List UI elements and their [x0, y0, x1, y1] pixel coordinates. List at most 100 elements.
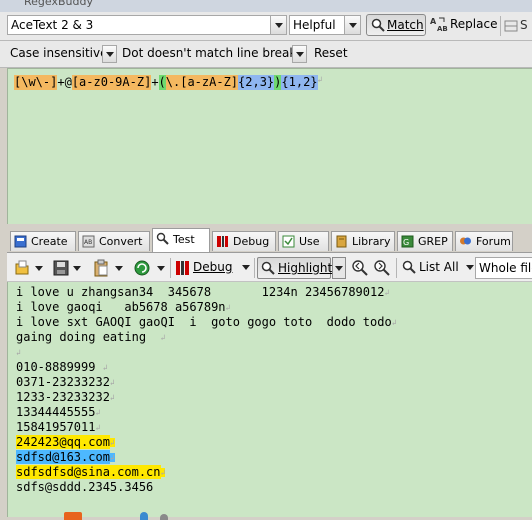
case-dropdown[interactable] — [102, 45, 117, 63]
tab-forum[interactable]: Forum — [455, 231, 513, 251]
regex-editor[interactable]: [\w\-]+@[a-z0-9A-Z]+(\.[a-zA-Z]{2,3}){1,… — [7, 68, 532, 224]
line-end-marker: ↲ — [384, 288, 390, 297]
highlight-button[interactable]: Highlight — [257, 257, 333, 279]
debug-button[interactable]: Debug — [173, 257, 251, 279]
paste-button[interactable] — [91, 257, 127, 279]
test-line: i love sxt GAOQI gaoQI i goto gogo toto … — [16, 315, 397, 330]
regex-token: {2,3} — [238, 75, 275, 90]
test-line-text: 242423@qq.com — [16, 435, 110, 449]
open-file-icon — [15, 260, 29, 275]
magnifier-icon — [261, 261, 275, 275]
dot-option[interactable]: Dot doesn't match line breaks — [119, 44, 309, 64]
flavor-select[interactable]: AceText 2 & 3 — [7, 15, 287, 35]
test-line-text: 0371-23233232 — [16, 375, 110, 389]
chevron-down-icon — [296, 52, 304, 57]
refresh-icon — [134, 260, 150, 276]
convert-icon: AB — [82, 235, 95, 248]
test-line-text: 15841957011 — [16, 420, 96, 434]
test-line: gaing doing eating ↲ — [16, 330, 165, 345]
highlight-dropdown[interactable] — [332, 257, 346, 279]
open-button[interactable] — [11, 257, 45, 279]
chevron-down-icon — [242, 265, 251, 270]
scope-select[interactable]: Whole file — [475, 257, 532, 279]
highlight-label: Highlight — [278, 261, 333, 275]
chevron-down-icon — [465, 265, 474, 270]
save-button[interactable] — [51, 257, 85, 279]
title-bar: RegexBuddy — [0, 0, 532, 12]
debug-icon — [217, 236, 228, 247]
tab-test[interactable]: Test — [152, 228, 210, 252]
test-line: 1233-23233232↲ — [16, 390, 115, 405]
toolbar-divider — [500, 16, 501, 36]
test-line: sdfsd@163.com↲ — [16, 450, 115, 465]
split-icon[interactable] — [504, 19, 518, 33]
replace-button[interactable]: A AB Replace — [428, 14, 498, 36]
test-line: 13344445555↲ — [16, 405, 100, 420]
tab-test-label: Test — [173, 233, 195, 246]
test-line: ↲ — [16, 345, 21, 360]
chevron-down-icon — [115, 266, 123, 271]
test-line-text: sdfsd@163.com — [16, 450, 110, 464]
tab-grep[interactable]: G GREP — [397, 231, 453, 251]
partial-orange-icon — [64, 512, 82, 520]
test-line-text: gaing doing eating — [16, 330, 161, 344]
zoom-next-icon[interactable] — [373, 259, 391, 277]
test-line: 010-8889999 ↲ — [16, 360, 108, 375]
match-button[interactable]: Match — [366, 14, 426, 36]
toolbar-divider — [254, 258, 255, 278]
regex-token: {1,2} — [281, 75, 318, 90]
reset-button[interactable]: Reset — [312, 43, 352, 65]
list-all-label: List All — [419, 260, 459, 274]
svg-text:G: G — [403, 238, 409, 247]
replace-icon: A AB — [430, 17, 448, 32]
test-line-text: sdfs@sddd.2345.3456 — [16, 480, 154, 494]
line-end-marker: ↲ — [109, 453, 115, 462]
refresh-button[interactable] — [131, 257, 167, 279]
magnifier-icon — [402, 260, 416, 274]
regex-token: [a-zA-Z] — [180, 75, 239, 90]
tab-library[interactable]: Library — [331, 231, 395, 251]
regex-text[interactable]: [\w\-]+@[a-z0-9A-Z]+(\.[a-zA-Z]{2,3}){1,… — [14, 75, 322, 90]
helpful-select[interactable]: Helpful — [289, 15, 361, 35]
tab-debug[interactable]: Debug — [212, 231, 276, 251]
window-title: RegexBuddy — [24, 0, 93, 8]
chevron-down-icon[interactable] — [270, 16, 286, 34]
case-label: Case insensitive — [10, 46, 108, 60]
tab-convert[interactable]: AB Convert — [78, 231, 150, 251]
tab-use[interactable]: Use — [278, 231, 329, 251]
line-end-marker: ↲ — [391, 318, 397, 327]
regex-token: [a-z0-9A-Z] — [71, 75, 152, 90]
save-icon — [53, 260, 69, 276]
regex-token: \. — [165, 75, 181, 90]
tab-create[interactable]: Create — [10, 231, 76, 251]
line-end-marker: ↲ — [109, 378, 115, 387]
chevron-down-icon — [106, 52, 114, 57]
top-toolbar: AceText 2 & 3 Helpful Match A AB Replace… — [0, 12, 532, 41]
tab-grep-label: GREP — [418, 235, 448, 248]
test-line: 242423@qq.com↲ — [16, 435, 115, 450]
chevron-down-icon — [335, 266, 343, 271]
tab-debug-label: Debug — [233, 235, 270, 248]
chevron-down-icon — [35, 266, 43, 271]
test-line: i love gaoqi ab5678 a56789n↲ — [16, 300, 230, 315]
line-end-marker: ↲ — [160, 333, 166, 342]
library-icon — [336, 235, 347, 248]
list-all-button[interactable]: List All — [399, 257, 474, 279]
test-line-text: 1233-23233232 — [16, 390, 110, 404]
chevron-down-icon[interactable] — [344, 16, 360, 34]
line-end-marker: ↲ — [160, 468, 166, 477]
regex-token: ( — [158, 75, 166, 90]
test-line-text: 13344445555 — [16, 405, 96, 419]
zoom-previous-icon[interactable] — [351, 259, 369, 277]
test-subject-editor[interactable]: i love u zhangsan34 345678 1234n 2345678… — [7, 282, 532, 517]
partial-blue-icon — [140, 512, 148, 520]
options-toolbar: Case insensitive Dot doesn't match line … — [0, 41, 532, 68]
line-end-marker: ↲ — [95, 423, 101, 432]
tab-use-label: Use — [299, 235, 320, 248]
partial-gray-icon — [160, 514, 168, 520]
test-line-text: i love u zhangsan34 345678 1234n 2345678… — [16, 285, 385, 299]
dot-dropdown[interactable] — [292, 45, 307, 63]
svg-text:AB: AB — [84, 239, 92, 246]
debug-icon — [176, 261, 189, 275]
toolbar-divider — [170, 258, 171, 278]
